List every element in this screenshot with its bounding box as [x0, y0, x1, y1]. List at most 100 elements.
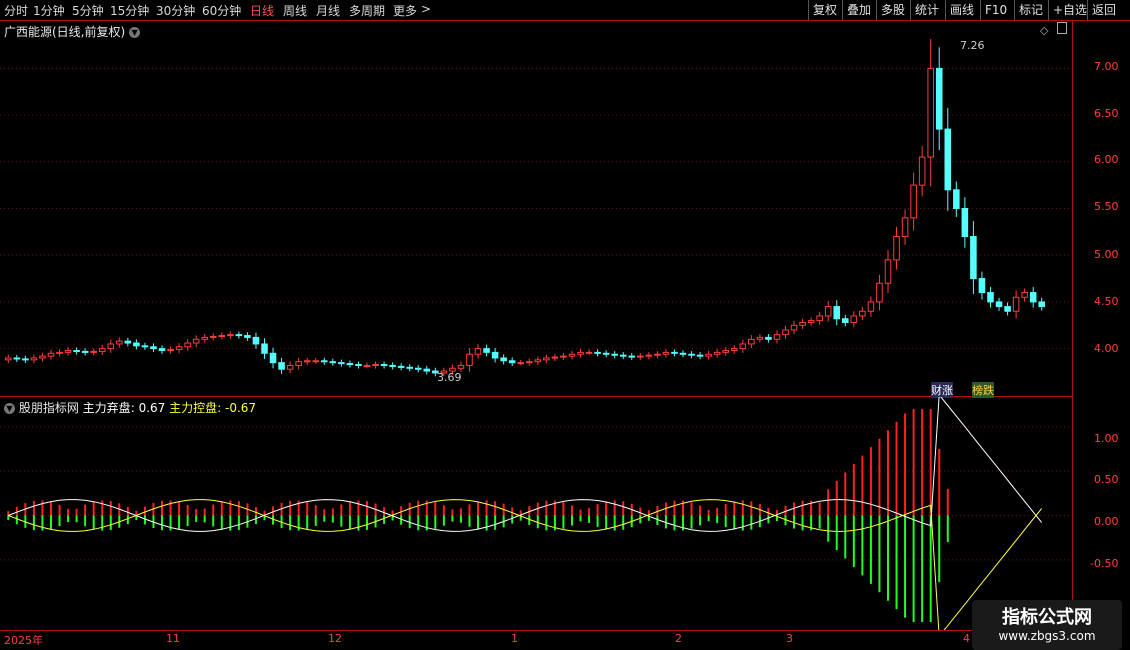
date-label: 12: [328, 632, 342, 645]
candle-body: [338, 362, 345, 365]
y-tick: 4.50: [1094, 295, 1119, 308]
candle-body: [252, 336, 260, 345]
candle-body: [397, 365, 405, 368]
candle-body: [645, 354, 653, 357]
candle-body: [457, 364, 465, 369]
candle-body: [64, 350, 72, 353]
candle-body: [953, 189, 960, 210]
multi-stock-button[interactable]: 多股: [876, 0, 909, 20]
candle-body: [466, 353, 473, 366]
candle-body: [842, 318, 849, 323]
date-label: 2025年: [4, 634, 43, 647]
candle-body: [150, 346, 157, 350]
candle-body: [1029, 292, 1037, 303]
candle-body: [73, 350, 80, 352]
high-price-label: 7.26: [960, 39, 985, 52]
candle-body: [218, 335, 226, 338]
candle-body: [662, 351, 670, 355]
period-30min[interactable]: 30分钟: [156, 2, 195, 19]
y-tick: 5.00: [1094, 248, 1119, 261]
chevron-right-icon[interactable]: >: [421, 2, 431, 16]
period-monthly[interactable]: 月线: [316, 2, 340, 19]
period-intraday[interactable]: 分时: [4, 2, 28, 19]
candle-body: [799, 321, 806, 326]
candle-body: [910, 184, 917, 219]
back-button[interactable]: 返回: [1087, 0, 1120, 20]
candle-body: [568, 353, 576, 357]
candle-body: [637, 355, 644, 358]
period-multi[interactable]: 多周期: [349, 2, 385, 19]
period-weekly[interactable]: 周线: [283, 2, 307, 19]
candle-body: [1004, 306, 1011, 312]
candle-body: [209, 335, 217, 338]
indicator-line-yellow: [8, 499, 1043, 630]
candle-body: [901, 217, 909, 238]
candle-body: [995, 301, 1003, 308]
list-tag[interactable]: 榜跌: [972, 382, 994, 398]
candle-body: [748, 338, 755, 345]
indicator-chart[interactable]: [0, 397, 1072, 630]
date-label: 1: [511, 632, 518, 645]
candle-body: [474, 348, 482, 355]
candle-body: [372, 364, 379, 367]
candle-body: [816, 315, 823, 322]
candle-body: [970, 236, 977, 280]
candle-body: [765, 336, 772, 340]
watermark-url: www.zbgs3.com: [998, 629, 1096, 643]
candle-body: [303, 360, 311, 363]
candle-body: [611, 353, 618, 356]
candle-body: [47, 352, 55, 357]
candle-body: [491, 351, 499, 359]
candle-body: [756, 336, 764, 340]
candle-body: [363, 364, 371, 367]
f10-button[interactable]: F10: [980, 0, 1011, 20]
stats-button[interactable]: 统计: [910, 0, 943, 20]
candle-body: [39, 355, 46, 359]
candle-body: [321, 360, 328, 363]
candle-body: [116, 340, 123, 345]
date-label: 4: [963, 632, 970, 645]
adjust-button[interactable]: 复权: [808, 0, 841, 20]
candlestick-chart[interactable]: [0, 21, 1072, 396]
candle-body: [235, 334, 243, 337]
finance-tag[interactable]: 财涨: [931, 382, 953, 398]
add-watchlist-button[interactable]: +自选: [1048, 0, 1091, 20]
mark-button[interactable]: 标记: [1014, 0, 1047, 20]
period-5min[interactable]: 5分钟: [72, 2, 104, 19]
candle-body: [192, 338, 200, 344]
candle-body: [389, 364, 396, 367]
candle-body: [107, 343, 115, 350]
candle-body: [30, 357, 38, 361]
y-tick: 5.50: [1094, 200, 1119, 213]
indicator-line-white: [8, 397, 1043, 532]
period-1min[interactable]: 1分钟: [33, 2, 65, 19]
candle-body: [927, 67, 934, 158]
overlay-button[interactable]: 叠加: [842, 0, 875, 20]
y-tick: 7.00: [1094, 60, 1119, 73]
candle-body: [90, 350, 97, 353]
candle-body: [346, 363, 354, 366]
candle-body: [594, 351, 601, 354]
period-15min[interactable]: 15分钟: [110, 2, 149, 19]
y-tick: 1.00: [1094, 432, 1119, 445]
draw-line-button[interactable]: 画线: [945, 0, 978, 20]
candle-body: [867, 301, 875, 312]
period-60min[interactable]: 60分钟: [202, 2, 241, 19]
y-tick: 4.00: [1094, 342, 1119, 355]
period-daily[interactable]: 日线: [250, 2, 274, 19]
candle-body: [1012, 296, 1020, 312]
candle-body: [13, 357, 21, 360]
period-toolbar: 分时 1分钟 5分钟 15分钟 30分钟 60分钟 日线 周线 月线 多周期 更…: [0, 0, 1130, 21]
candle-body: [782, 329, 789, 336]
candle-body: [961, 208, 969, 238]
period-more[interactable]: 更多: [393, 2, 417, 19]
candle-body: [184, 342, 191, 348]
candle-body: [269, 352, 277, 364]
candle-body: [414, 367, 422, 370]
candle-body: [628, 355, 636, 358]
candle-body: [824, 306, 832, 317]
candle-body: [619, 354, 627, 357]
candle-body: [935, 67, 943, 130]
site-watermark: 指标公式网 www.zbgs3.com: [972, 600, 1122, 650]
candle-body: [850, 315, 858, 323]
